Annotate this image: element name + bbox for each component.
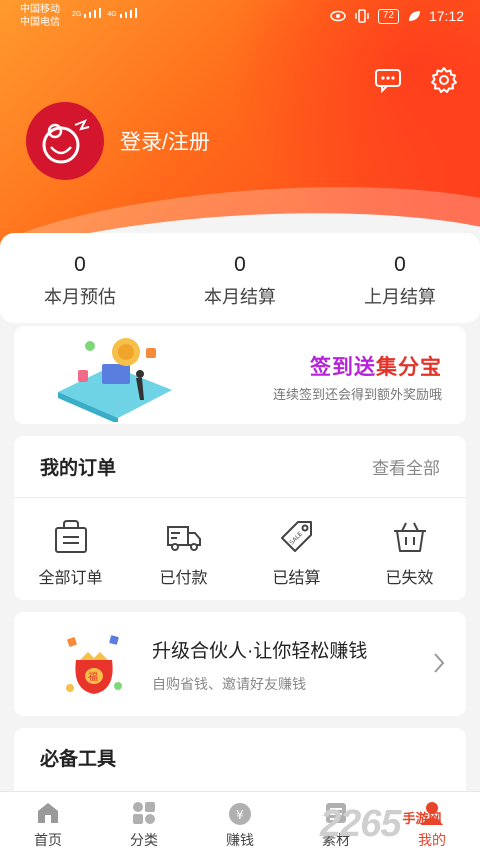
banner-subtitle: 连续签到还会得到额外奖励哦 (272, 387, 442, 402)
nav-home[interactable]: 首页 (0, 792, 96, 853)
leaf-icon (408, 11, 420, 21)
signal-icon: 2G 4G (72, 8, 137, 18)
header-actions (374, 66, 458, 94)
gear-icon[interactable] (430, 66, 458, 94)
stat-value: 0 (234, 253, 246, 276)
orders-title: 我的订单 (40, 458, 117, 479)
monkey-logo-icon (42, 119, 90, 164)
basket-icon (393, 522, 426, 552)
clock: 17:12 (428, 8, 464, 24)
nav-category[interactable]: 分类 (96, 792, 192, 853)
nav-label: 赚钱 (226, 832, 254, 848)
battery-indicator: 72 (377, 8, 399, 24)
banner-title-part1: 签到送 (310, 356, 376, 379)
stat-label: 本月预估 (44, 287, 116, 307)
nav-material[interactable]: 素材 (288, 792, 384, 853)
orders-header: 我的订单 查看全部 (14, 436, 466, 498)
net-type-2: 4G (107, 11, 117, 18)
money-bag-icon: ¥ (229, 803, 251, 825)
lucky-bag-icon: 福 (66, 635, 122, 694)
order-status-grid: 全部订单 已付款 SALE 已结算 已失效 (14, 498, 466, 588)
stat-month-settled[interactable]: 0 本月结算 (160, 233, 320, 323)
delivery-truck-icon (166, 526, 201, 551)
nav-label: 我的 (418, 832, 446, 848)
view-all-orders-link[interactable]: 查看全部 (372, 454, 440, 479)
order-settled-label: 已结算 (272, 570, 321, 587)
svg-text:福: 福 (88, 670, 98, 683)
stat-value: 0 (394, 253, 406, 276)
my-orders-card: 我的订单 查看全部 全部订单 已付款 SALE 已结算 已失效 (14, 436, 466, 600)
chat-bubble-icon[interactable] (374, 66, 402, 94)
stat-label: 上月结算 (364, 287, 436, 307)
checkin-illustration (58, 338, 172, 422)
order-settled-button[interactable]: SALE 已结算 (240, 518, 353, 588)
partner-subtitle: 自购省钱、邀请好友赚钱 (152, 676, 306, 692)
nav-earn[interactable]: ¥ 赚钱 (192, 792, 288, 853)
login-register-link[interactable]: 登录/注册 (120, 126, 210, 156)
checkin-banner[interactable]: 签到送集分宝 连续签到还会得到额外奖励哦 (14, 326, 466, 424)
net-type-1: 2G (72, 11, 82, 18)
tools-title: 必备工具 (40, 749, 117, 770)
category-grid-icon (133, 802, 155, 824)
nav-mine[interactable]: 我的 (384, 792, 480, 853)
price-tag-icon: SALE (280, 521, 312, 552)
banner-title-part2: 集分宝 (376, 356, 442, 379)
profile-icon (421, 802, 443, 825)
eye-icon (330, 10, 346, 22)
home-icon (38, 803, 58, 823)
svg-text:¥: ¥ (236, 808, 244, 822)
order-paid-label: 已付款 (159, 570, 208, 587)
partner-title: 升级合伙人·让你轻松赚钱 (152, 641, 368, 662)
bottom-navigation: 首页 分类 ¥ 赚钱 素材 我的 (0, 791, 480, 853)
vibrate-icon (355, 9, 369, 23)
partner-upgrade-card[interactable]: 福 升级合伙人·让你轻松赚钱 自购省钱、邀请好友赚钱 (14, 612, 466, 716)
order-paid-button[interactable]: 已付款 (127, 518, 240, 588)
stat-last-month-settled[interactable]: 0 上月结算 (320, 233, 480, 323)
stat-month-estimate[interactable]: 0 本月预估 (0, 233, 160, 323)
carrier-info: 中国移动 中国电信 (20, 3, 60, 29)
stat-label: 本月结算 (204, 287, 276, 307)
carrier-1: 中国移动 (20, 4, 60, 15)
status-bar: 中国移动 中国电信 2G 4G 72 17:12 (0, 0, 480, 34)
order-invalid-label: 已失效 (385, 570, 434, 587)
avatar[interactable] (26, 102, 104, 180)
shopping-bag-icon (54, 520, 87, 553)
stat-value: 0 (74, 253, 86, 276)
order-invalid-button[interactable]: 已失效 (353, 518, 466, 588)
chevron-right-icon (434, 653, 445, 673)
earnings-stats: 0 本月预估 0 本月结算 0 上月结算 (0, 233, 480, 323)
carrier-2: 中国电信 (20, 17, 60, 28)
nav-label: 首页 (34, 832, 62, 848)
order-all-label: 全部订单 (38, 570, 103, 587)
banner-title: 签到送集分宝 (310, 351, 442, 381)
nav-label: 素材 (322, 832, 350, 848)
status-right: 72 17:12 (330, 8, 464, 24)
order-all-button[interactable]: 全部订单 (14, 518, 127, 588)
material-icon (326, 803, 346, 823)
nav-label: 分类 (130, 832, 158, 848)
